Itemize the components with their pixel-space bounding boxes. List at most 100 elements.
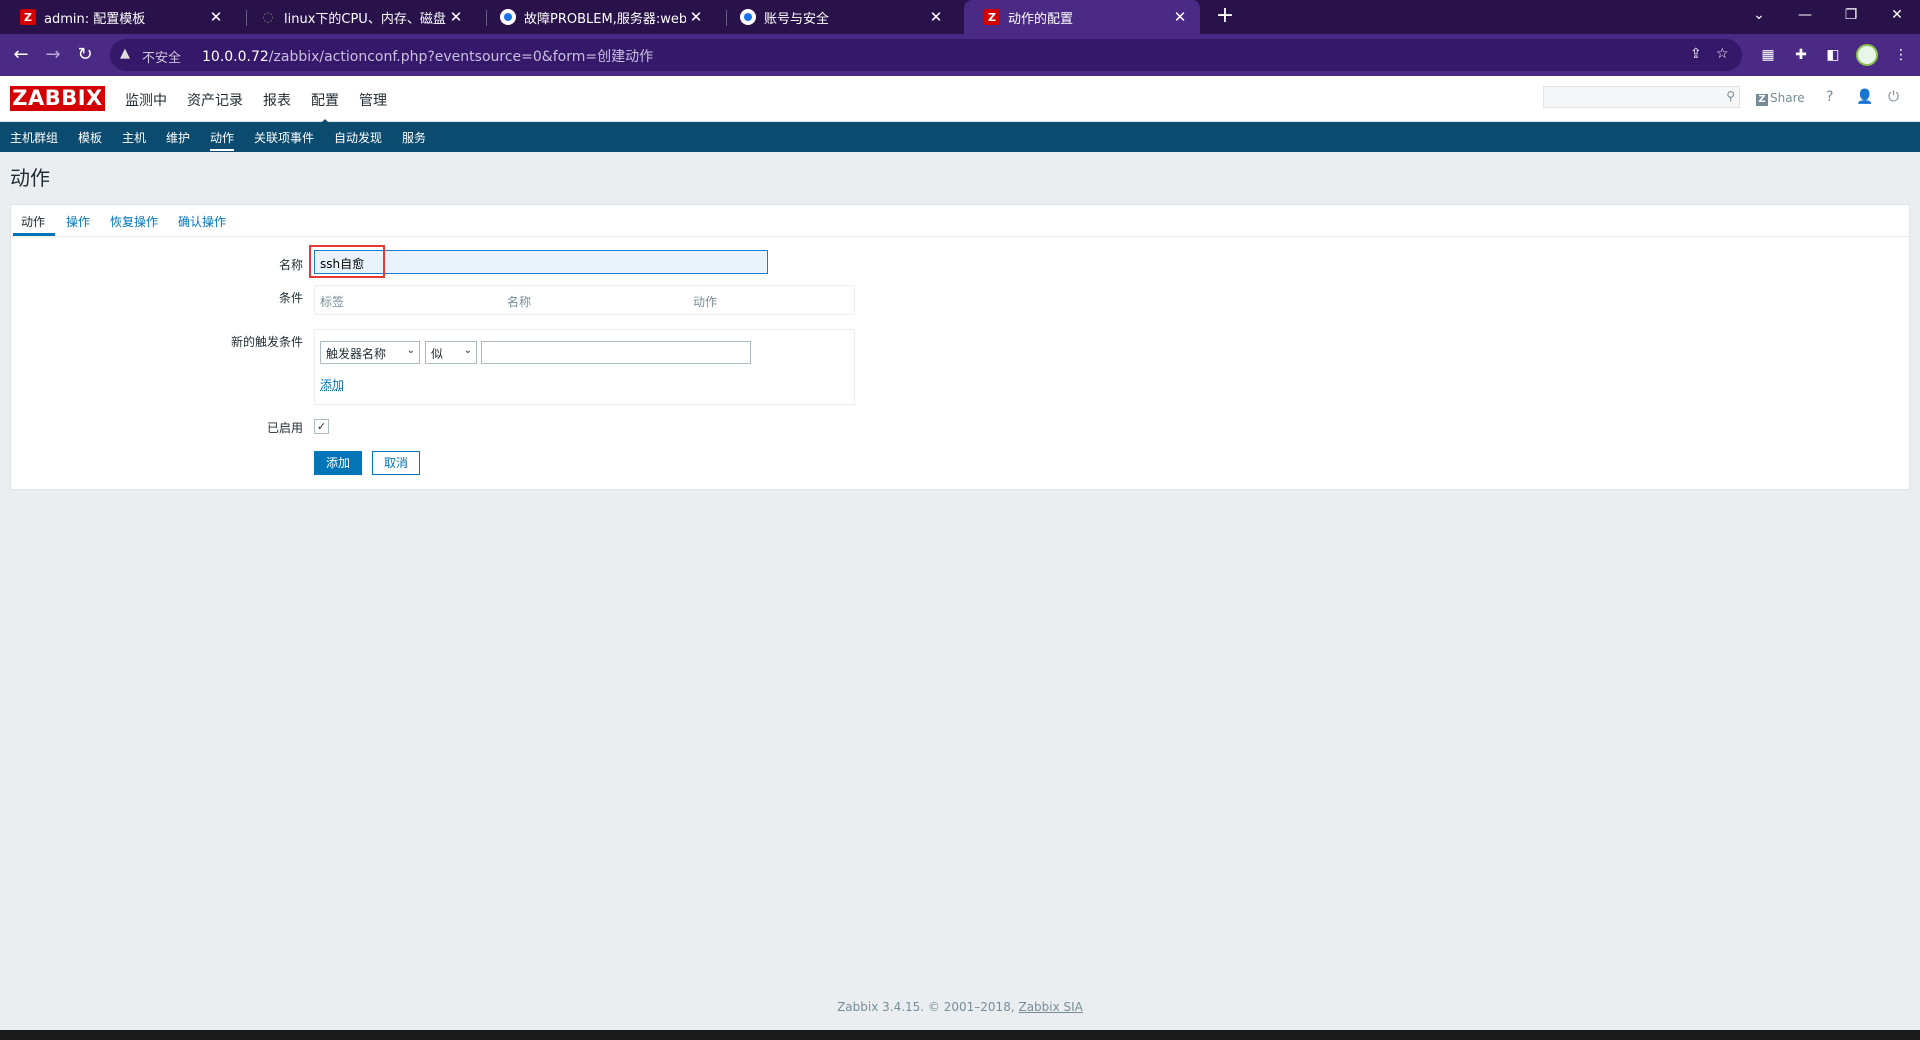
sub-menu-templates[interactable]: 模板 xyxy=(78,129,102,146)
top-menu-administration[interactable]: 管理 xyxy=(359,90,387,110)
new-condition-label: 新的触发条件 xyxy=(230,335,303,349)
tab-search-icon[interactable]: ⌄ xyxy=(1736,0,1782,30)
footer: Zabbix 3.4.15. © 2001–2018, Zabbix SIA xyxy=(0,1000,1920,1014)
sub-menu-correlation[interactable]: 关联项事件 xyxy=(254,129,314,146)
warning-icon: ▲ xyxy=(120,46,130,61)
browser-toolbar: ← → ↻ ▲ 不安全 10.0.0.72/zabbix/actionconf.… xyxy=(0,34,1920,76)
browser-tab-title: admin: 配置模板 xyxy=(44,11,146,27)
forward-icon[interactable]: → xyxy=(40,42,66,68)
chevron-down-icon: ⌄ xyxy=(406,345,415,356)
condition-type-select[interactable]: 触发器名称 ⌄ xyxy=(320,341,420,364)
star-icon[interactable]: ☆ xyxy=(1716,46,1729,62)
chrome-icon xyxy=(500,9,516,25)
back-icon[interactable]: ← xyxy=(8,42,34,68)
conditions-label: 条件 xyxy=(278,291,303,305)
top-menu-configuration[interactable]: 配置 xyxy=(311,90,339,124)
logout-icon[interactable]: ⏻ xyxy=(1888,89,1899,105)
chrome-icon xyxy=(740,9,756,25)
extension-icon[interactable]: ▦ xyxy=(1759,46,1777,64)
sub-menu-discovery[interactable]: 自动发现 xyxy=(334,129,382,146)
side-panel-icon[interactable]: ◧ xyxy=(1824,46,1842,64)
reload-icon[interactable]: ↻ xyxy=(72,42,98,68)
restore-icon[interactable]: ❐ xyxy=(1828,0,1874,30)
taskbar-strip xyxy=(0,1030,1920,1040)
close-icon[interactable]: ✕ xyxy=(686,8,706,26)
zabbix-icon: Z xyxy=(984,9,1000,25)
loading-icon: ◌ xyxy=(262,9,274,25)
add-button[interactable]: 添加 xyxy=(314,451,362,475)
browser-tab-title: 故障PROBLEM,服务器:web02发 xyxy=(524,11,686,27)
conditions-column-action: 动作 xyxy=(693,295,718,309)
help-icon[interactable]: ? xyxy=(1826,89,1833,105)
browser-tab[interactable]: 账号与安全 ✕ xyxy=(720,0,956,34)
browser-tab-title: 账号与安全 xyxy=(764,11,830,27)
url-path: /zabbix/actionconf.php?eventsource=0&for… xyxy=(268,49,654,65)
zabbix-header: ZABBIX 监测中 资产记录 报表 配置 管理 ⚲ Z Share ? 👤 ⏻ xyxy=(0,76,1920,124)
top-menu-inventory[interactable]: 资产记录 xyxy=(187,90,243,110)
form-tabs: 动作 操作 恢复操作 确认操作 xyxy=(11,205,1909,237)
check-icon: ✓ xyxy=(316,420,327,433)
search-input[interactable]: ⚲ xyxy=(1543,86,1740,108)
enabled-label: 已启用 xyxy=(266,421,303,435)
close-icon[interactable]: ✕ xyxy=(926,8,946,26)
sub-menu-hosts[interactable]: 主机 xyxy=(122,129,146,146)
close-icon[interactable]: ✕ xyxy=(206,8,226,26)
footer-link[interactable]: Zabbix SIA xyxy=(1018,1000,1082,1014)
top-menu-reports[interactable]: 报表 xyxy=(263,90,291,110)
insecure-label: 不安全 xyxy=(142,51,182,66)
tab-action[interactable]: 动作 xyxy=(21,213,45,230)
cancel-button[interactable]: 取消 xyxy=(372,451,420,475)
top-menu-monitoring[interactable]: 监测中 xyxy=(125,90,167,110)
action-form-panel: 动作 操作 恢复操作 确认操作 名称 ssh自愈 条件 标签 名称 动作 新的触… xyxy=(10,204,1910,490)
browser-tab[interactable]: ◌ linux下的CPU、内存、磁盘IO、 ✕ xyxy=(240,0,476,34)
minimize-icon[interactable]: — xyxy=(1782,0,1828,30)
sub-menu-services[interactable]: 服务 xyxy=(402,129,426,146)
tab-acknowledge-operations[interactable]: 确认操作 xyxy=(178,213,226,230)
new-condition-box: 触发器名称 ⌄ 似 ⌄ 添加 xyxy=(314,329,855,405)
page-title: 动作 xyxy=(10,166,50,190)
condition-operator-value: 似 xyxy=(431,347,444,361)
chevron-down-icon: ⌄ xyxy=(463,345,472,356)
sub-menu-maintenance[interactable]: 维护 xyxy=(166,129,190,146)
conditions-column-name: 名称 xyxy=(507,295,532,309)
share-link[interactable]: Z Share xyxy=(1756,91,1805,106)
new-tab-button[interactable]: + xyxy=(1212,4,1238,30)
sub-menu-actions[interactable]: 动作 xyxy=(210,129,235,151)
condition-type-value: 触发器名称 xyxy=(326,347,387,361)
condition-operator-select[interactable]: 似 ⌄ xyxy=(425,341,477,364)
highlight-box xyxy=(309,245,385,278)
sub-menu: 主机群组 模板 主机 维护 动作 关联项事件 自动发现 服务 xyxy=(0,122,1920,152)
browser-tab-title: linux下的CPU、内存、磁盘IO、 xyxy=(284,11,446,27)
add-condition-link[interactable]: 添加 xyxy=(320,376,344,393)
profile-avatar[interactable] xyxy=(1856,44,1878,66)
enabled-checkbox[interactable]: ✓ xyxy=(314,419,329,434)
address-bar[interactable]: ▲ 不安全 10.0.0.72/zabbix/actionconf.php?ev… xyxy=(110,39,1742,71)
sub-menu-host-groups[interactable]: 主机群组 xyxy=(10,129,58,146)
puzzle-icon[interactable]: ✚ xyxy=(1792,46,1810,64)
user-profile-icon[interactable]: 👤 xyxy=(1856,89,1873,105)
url-host: 10.0.0.72 xyxy=(202,49,269,65)
conditions-table: 标签 名称 动作 xyxy=(314,285,855,315)
share-icon[interactable]: ⇪ xyxy=(1690,46,1702,62)
close-icon[interactable]: ✕ xyxy=(446,8,466,26)
menu-icon[interactable]: ⋮ xyxy=(1892,46,1910,64)
conditions-column-label: 标签 xyxy=(320,295,345,309)
share-label: Share xyxy=(1770,91,1805,105)
search-icon[interactable]: ⚲ xyxy=(1726,89,1735,103)
browser-tab-strip: Z admin: 配置模板 ✕ ◌ linux下的CPU、内存、磁盘IO、 ✕ … xyxy=(0,0,1920,34)
zabbix-logo[interactable]: ZABBIX xyxy=(10,86,105,111)
tab-operations[interactable]: 操作 xyxy=(66,213,90,230)
window-close-icon[interactable]: ✕ xyxy=(1874,0,1920,30)
browser-tab[interactable]: Z admin: 配置模板 ✕ xyxy=(0,0,236,34)
footer-text: Zabbix 3.4.15. © 2001–2018, xyxy=(837,1000,1019,1014)
condition-value-input[interactable] xyxy=(481,341,751,364)
browser-tab[interactable]: 故障PROBLEM,服务器:web02发 ✕ xyxy=(480,0,716,34)
active-tab-indicator xyxy=(13,233,55,236)
name-label: 名称 xyxy=(278,258,303,272)
browser-tab-title: 动作的配置 xyxy=(1008,11,1074,27)
tab-recovery-operations[interactable]: 恢复操作 xyxy=(110,213,158,230)
zabbix-icon: Z xyxy=(20,9,36,25)
close-icon[interactable]: ✕ xyxy=(1170,8,1190,26)
share-badge-icon: Z xyxy=(1756,94,1768,106)
browser-tab-active[interactable]: Z 动作的配置 ✕ xyxy=(964,0,1200,34)
